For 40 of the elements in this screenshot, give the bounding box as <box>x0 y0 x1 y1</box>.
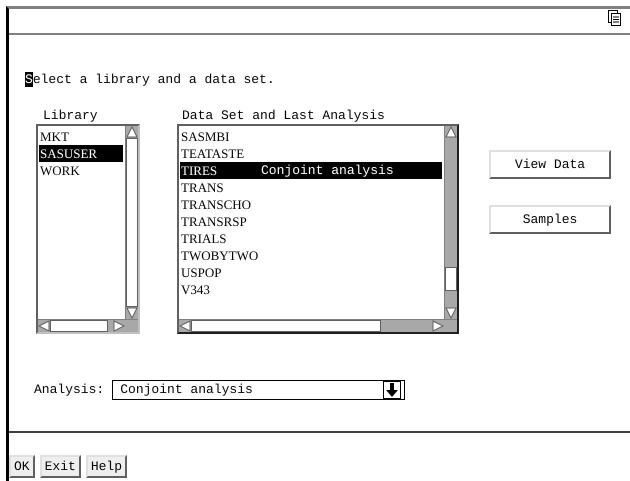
data-set-label: Data Set and Last Analysis <box>182 109 385 123</box>
scroll-down-arrow-icon[interactable] <box>445 307 457 319</box>
window-menu-icon[interactable] <box>608 10 622 26</box>
scroll-right-arrow-icon[interactable] <box>432 320 444 332</box>
scroll-left-arrow-icon[interactable] <box>38 320 50 332</box>
dialog-button[interactable]: OK <box>9 455 35 478</box>
scroll-up-arrow-icon[interactable] <box>445 126 457 138</box>
horizontal-scrollbar[interactable] <box>38 319 138 332</box>
scroll-right-arrow-icon[interactable] <box>113 320 125 332</box>
analysis-label: Analysis: <box>34 381 104 400</box>
dropdown-arrow-icon[interactable] <box>383 381 402 399</box>
data-set-row[interactable]: TRIALS <box>180 230 442 247</box>
analysis-dropdown[interactable]: Conjoint analysis <box>112 380 406 400</box>
instruction-text: Select a library and a data set. <box>25 72 275 87</box>
side-button[interactable]: View Data <box>489 150 611 179</box>
dialog-button[interactable]: Help <box>86 455 128 478</box>
data-set-row[interactable]: TWOBYTWO <box>180 247 442 264</box>
data-set-row[interactable]: SASMBI <box>180 128 442 145</box>
data-set-row[interactable]: TRANS <box>180 179 442 196</box>
library-item[interactable]: SASUSER <box>39 145 123 162</box>
library-listbox[interactable]: MKT SASUSER WORK <box>36 124 140 334</box>
scroll-down-arrow-icon[interactable] <box>126 307 138 319</box>
side-button[interactable]: Samples <box>489 205 611 234</box>
dialog-button[interactable]: Exit <box>40 455 81 478</box>
data-set-row[interactable]: TRANSRSP <box>180 213 442 230</box>
data-set-listbox[interactable]: SASMBI TEATASTE TIRES Conjoint analysis TRANS TRANSCHO TRANSRSP TRIALS TWOBYTWO USPOP V343 <box>177 124 459 334</box>
scrollbar-thumb[interactable] <box>445 267 457 291</box>
horizontal-scrollbar[interactable] <box>179 319 457 332</box>
scroll-left-arrow-icon[interactable] <box>179 320 191 332</box>
scroll-up-arrow-icon[interactable] <box>126 126 138 138</box>
library-item[interactable]: MKT <box>39 128 123 145</box>
vertical-scrollbar[interactable] <box>125 126 138 319</box>
data-set-row[interactable]: USPOP <box>180 264 442 281</box>
vertical-scrollbar[interactable] <box>444 126 457 319</box>
library-item[interactable]: WORK <box>39 162 123 179</box>
data-set-row[interactable]: TEATASTE <box>180 145 442 162</box>
library-label: Library <box>43 109 98 123</box>
data-set-row[interactable]: TIRES Conjoint analysis <box>180 162 442 179</box>
data-set-row[interactable]: TRANSCHO <box>180 196 442 213</box>
data-set-row[interactable]: V343 <box>180 281 442 298</box>
